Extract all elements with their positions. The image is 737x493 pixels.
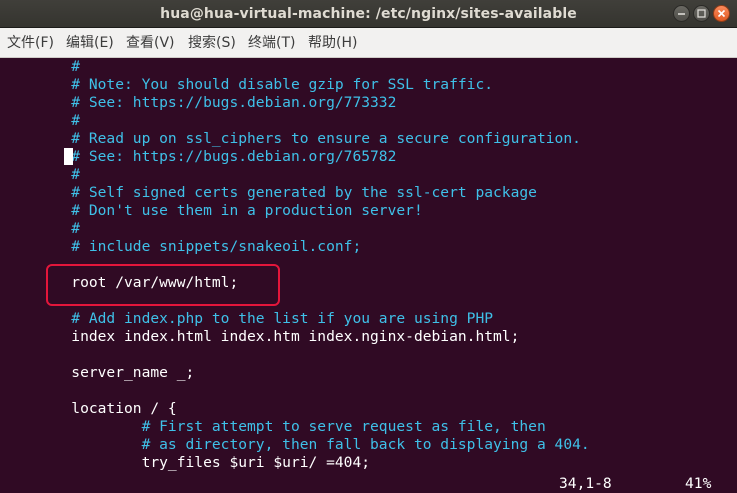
menu-terminal[interactable]: 终端(T)	[248, 28, 295, 58]
maximize-button[interactable]	[693, 5, 710, 22]
editor-line: # See: https://bugs.debian.org/773332	[1, 94, 397, 111]
editor-line: # Add index.php to the list if you are u…	[1, 310, 494, 327]
editor-line: server_name _;	[1, 364, 195, 381]
menu-view[interactable]: 查看(V)	[126, 28, 175, 58]
cursor-position: 34,1-8	[559, 475, 612, 492]
editor-line: #	[1, 220, 81, 237]
editor-line: try_files $uri $uri/ =404;	[1, 454, 371, 471]
editor-line: location / {	[1, 400, 177, 417]
menu-search[interactable]: 搜索(S)	[188, 28, 236, 58]
close-icon	[717, 9, 726, 18]
menu-help[interactable]: 帮助(H)	[308, 28, 357, 58]
menu-edit[interactable]: 编辑(E)	[66, 28, 114, 58]
editor-line: # Self signed certs generated by the ssl…	[1, 184, 537, 201]
editor-line: # include snippets/snakeoil.conf;	[1, 238, 362, 255]
minimize-button[interactable]	[673, 5, 690, 22]
scroll-percent: 41%	[685, 475, 712, 492]
window-title: hua@hua-virtual-machine: /etc/nginx/site…	[160, 6, 577, 22]
editor-line: # First attempt to serve request as file…	[1, 418, 546, 435]
editor-line: # Note: You should disable gzip for SSL …	[1, 76, 494, 93]
editor-line: # Don't use them in a production server!	[1, 202, 423, 219]
editor-line: index index.html index.htm index.nginx-d…	[1, 328, 520, 345]
text-cursor	[64, 148, 73, 165]
editor-line: #	[1, 58, 81, 75]
terminal-editor[interactable]: # # Note: You should disable gzip for SS…	[0, 58, 737, 493]
highlight-annotation	[46, 264, 280, 306]
menu-file[interactable]: 文件(F)	[7, 28, 54, 58]
editor-line: #	[1, 112, 81, 129]
close-button[interactable]	[713, 5, 730, 22]
menu-bar: 文件(F) 编辑(E) 查看(V) 搜索(S) 终端(T) 帮助(H)	[0, 28, 737, 58]
minimize-icon	[678, 13, 685, 15]
maximize-icon	[697, 9, 706, 18]
editor-line: #	[1, 166, 81, 183]
editor-line: # See: https://bugs.debian.org/765782	[1, 148, 397, 165]
title-bar: hua@hua-virtual-machine: /etc/nginx/site…	[0, 0, 737, 28]
editor-line: # as directory, then fall back to displa…	[1, 436, 590, 453]
editor-line: # Read up on ssl_ciphers to ensure a sec…	[1, 130, 581, 147]
